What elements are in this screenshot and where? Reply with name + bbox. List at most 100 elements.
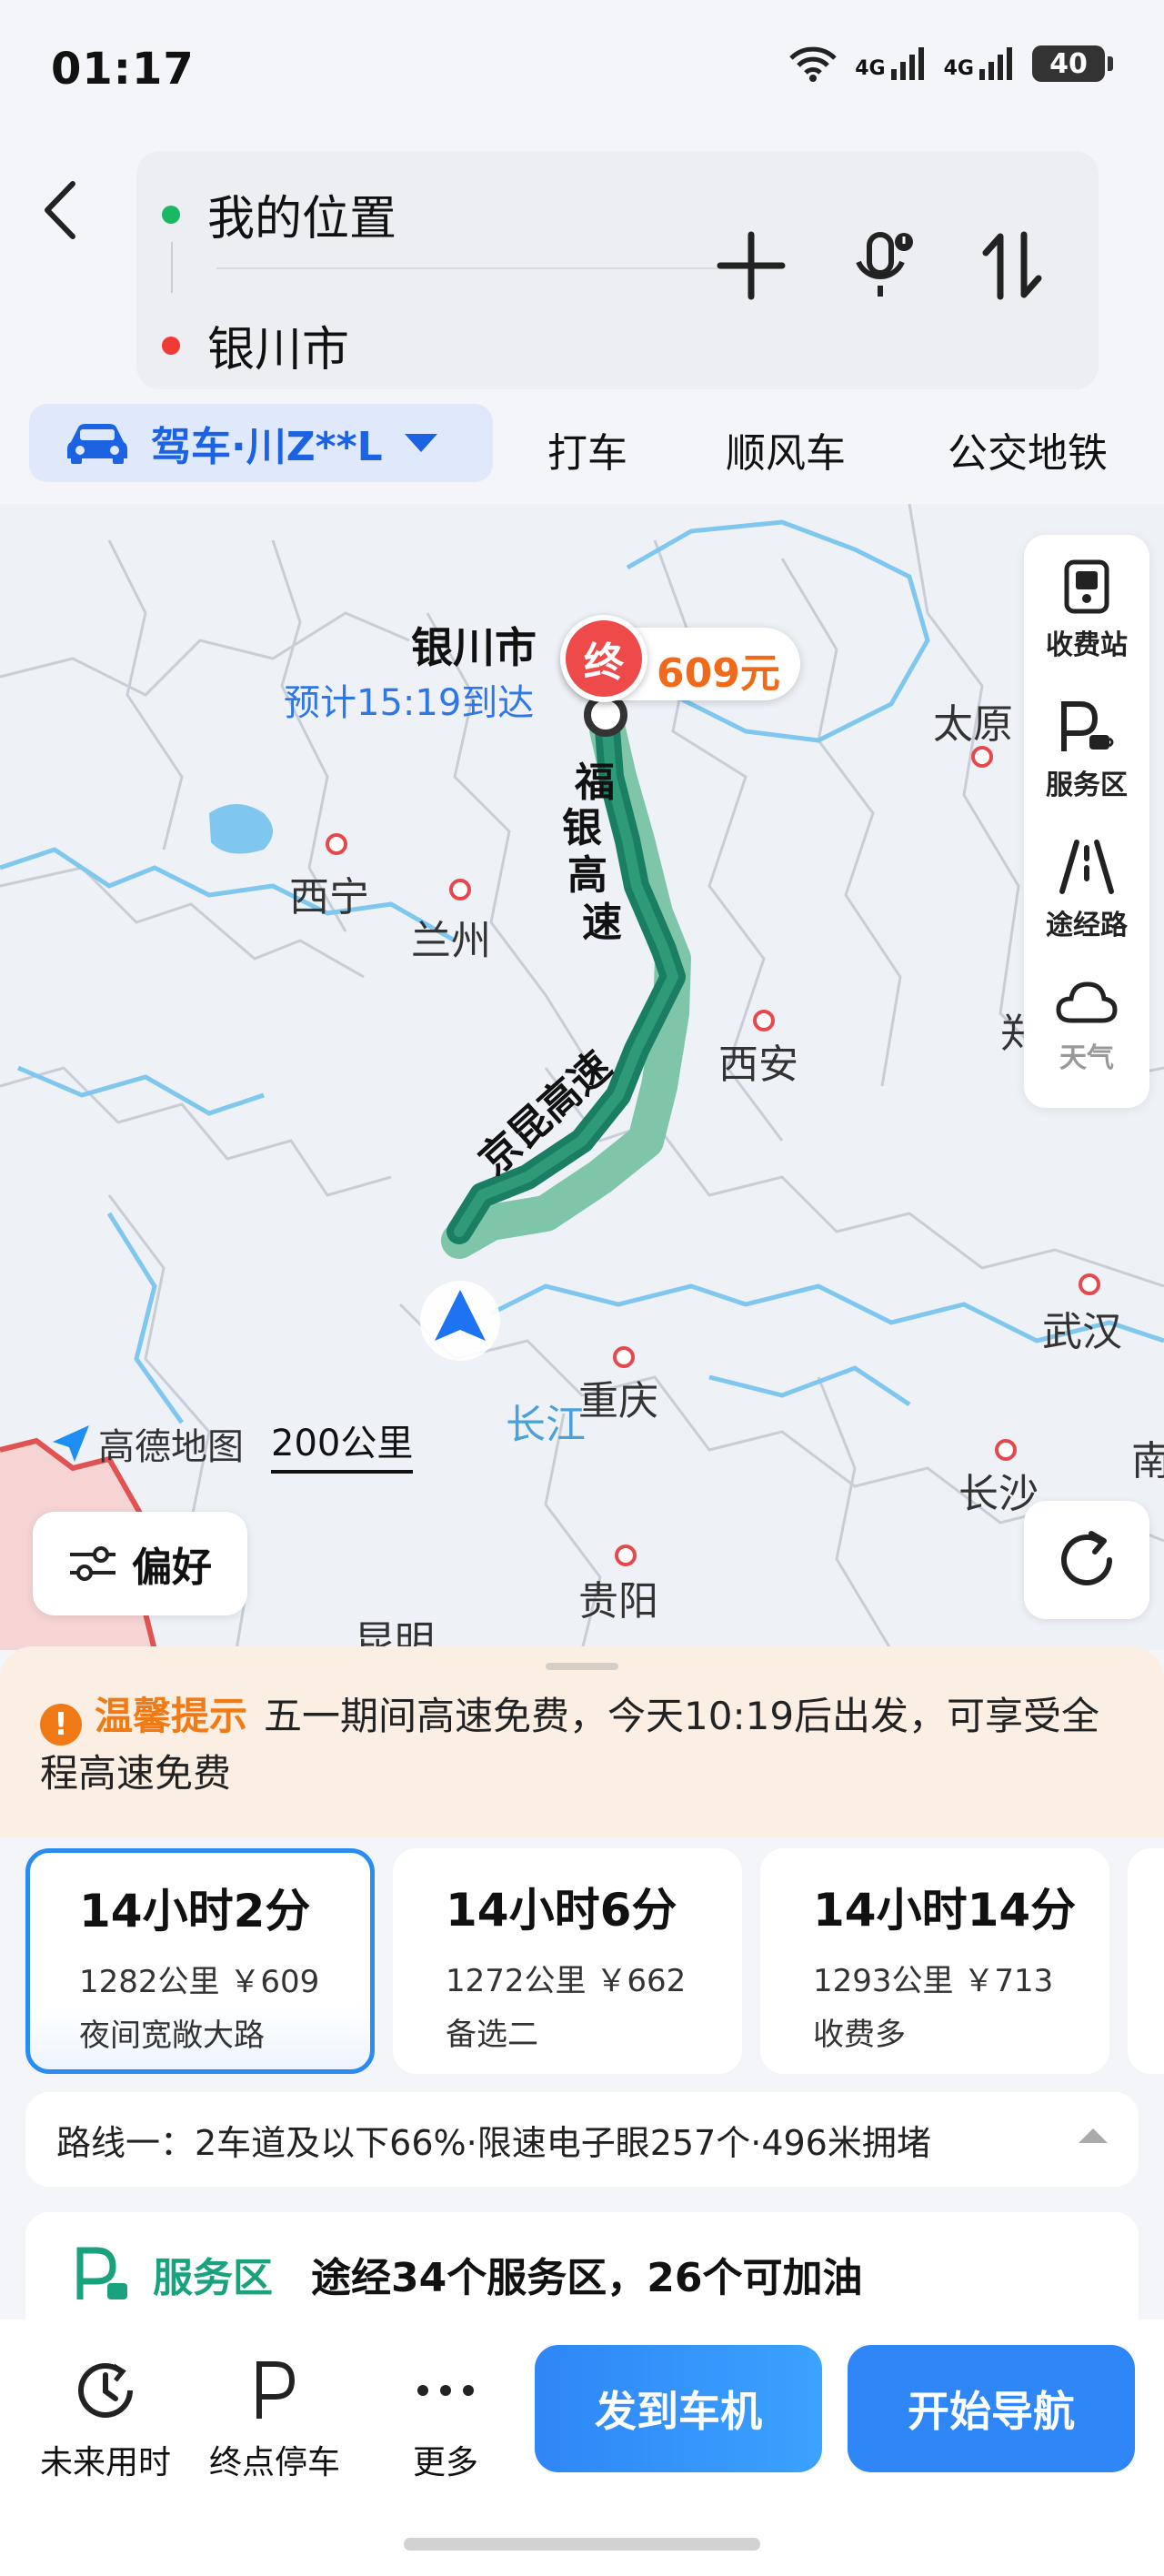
- route-detail-row[interactable]: 路线一：2车道及以下66%·限速电子眼257个·496米拥堵: [25, 2092, 1139, 2187]
- send-to-car-button[interactable]: 发到车机: [535, 2345, 822, 2472]
- network-1-label: 4G: [855, 57, 886, 80]
- destination-label: 银川市: [207, 323, 350, 377]
- sliders-icon: [70, 1546, 115, 1581]
- route-duration: 14小时6分: [446, 1884, 677, 1937]
- destination-parking-label: 终点停车: [208, 2444, 340, 2481]
- start-navigation-button[interactable]: 开始导航: [848, 2345, 1135, 2472]
- car-icon: [67, 424, 127, 464]
- city-label: 重庆: [578, 1378, 658, 1424]
- more-label: 更多: [412, 2444, 478, 2481]
- tab-carpool[interactable]: 顺风车: [726, 420, 846, 478]
- notice-banner: ! 温馨提示 五一期间高速免费，今天10:19后出发，可享受全程高速免费: [0, 1646, 1164, 1837]
- cloud-icon: [1056, 981, 1118, 1023]
- future-time-label: 未来用时: [39, 2444, 171, 2481]
- home-indicator[interactable]: [404, 2538, 760, 2551]
- toll-price: 609元: [657, 650, 780, 697]
- parking-cup-icon: [1061, 701, 1114, 751]
- signal-1: 4G: [855, 47, 927, 80]
- swap-route-icon[interactable]: [980, 229, 1044, 302]
- origin-row[interactable]: 我的位置: [162, 180, 396, 248]
- city-dot: [326, 833, 347, 855]
- route-map[interactable]: 银川市 预计15:19到达 终 609元 福 银 高 速 京昆高速 太原 西宁 …: [0, 504, 1164, 1650]
- road-label-char: 速: [582, 900, 622, 946]
- route-sheet: ! 温馨提示 五一期间高速免费，今天10:19后出发，可享受全程高速免费 14小时2…: [0, 1646, 1164, 2319]
- status-bar: 01:17 4G 4G 40: [0, 0, 1164, 146]
- city-label: 南: [1131, 1438, 1164, 1484]
- city-label: 贵阳: [578, 1578, 658, 1625]
- refresh-button[interactable]: [1024, 1501, 1149, 1619]
- route-connector-line: [171, 242, 173, 293]
- route-option-2[interactable]: 14小时6分 1272公里 ￥662 备选二: [393, 1848, 742, 2074]
- travel-mode-tabs: 驾车·川Z**L 打车 顺风车 公交地铁: [0, 404, 1164, 488]
- service-area-label: 服务区: [1046, 770, 1128, 801]
- caret-down-icon: [404, 434, 437, 452]
- destination-parking-button[interactable]: 终点停车: [202, 2354, 347, 2483]
- tab-transit[interactable]: 公交地铁: [948, 420, 1108, 478]
- network-2-label: 4G: [943, 57, 974, 80]
- road-icon: [1059, 840, 1114, 894]
- battery-level: 40: [1032, 45, 1105, 82]
- send-to-car-label: 发到车机: [595, 2387, 762, 2436]
- tab-taxi[interactable]: 打车: [547, 420, 627, 478]
- destination-pin: 终: [560, 615, 647, 702]
- alert-icon: !: [40, 1704, 82, 1746]
- start-navigation-label: 开始导航: [908, 2387, 1075, 2436]
- add-waypoint-icon[interactable]: [715, 229, 788, 302]
- toll-station-button[interactable]: 收费站: [1024, 558, 1149, 662]
- service-area-row[interactable]: 服务区 途经34个服务区，26个可加油: [25, 2212, 1139, 2319]
- voice-input-icon[interactable]: [851, 229, 917, 302]
- caret-up-icon: [1079, 2128, 1108, 2143]
- city-dot: [613, 1346, 635, 1368]
- refresh-icon: [1061, 1531, 1112, 1585]
- clock-icon: [78, 2363, 133, 2418]
- more-dots-icon: [417, 2385, 474, 2396]
- map-tools-panel: 收费站 服务区 途经路 天气: [1024, 535, 1149, 1108]
- city-dot: [615, 1545, 637, 1566]
- origin-destination-divider: [216, 267, 780, 269]
- back-button[interactable]: [33, 169, 87, 251]
- city-label: 西安: [718, 1041, 798, 1088]
- toll-station-label: 收费站: [1046, 629, 1128, 661]
- route-tag: 收费多: [813, 2017, 906, 2053]
- city-label: 太原: [933, 701, 1013, 748]
- destination-dot: [162, 336, 180, 355]
- map-scale: 高德地图 200公里: [49, 1414, 414, 1474]
- city-dot: [995, 1439, 1017, 1461]
- status-time: 01:17: [51, 44, 195, 95]
- service-area-button[interactable]: 服务区: [1024, 699, 1149, 802]
- tab-driving[interactable]: 驾车·川Z**L: [29, 404, 493, 482]
- signal-bars-icon: [890, 47, 924, 80]
- destination-row[interactable]: 银川市: [162, 311, 349, 379]
- status-icons: 4G 4G 40: [788, 45, 1113, 82]
- weather-label: 天气: [1059, 1042, 1114, 1074]
- battery-indicator: 40: [1032, 45, 1113, 82]
- city-dot: [449, 879, 471, 901]
- scale-value: 200公里: [271, 1414, 414, 1474]
- map-eta: 预计15:19到达: [284, 682, 535, 724]
- route-duration: 14小时2分: [79, 1885, 311, 1937]
- origin-dot: [162, 205, 180, 224]
- city-label: 西宁: [289, 874, 369, 921]
- preference-button[interactable]: 偏好: [33, 1512, 247, 1615]
- tab-driving-label: 驾车·川Z**L: [151, 424, 383, 470]
- future-time-button[interactable]: 未来用时: [33, 2354, 178, 2483]
- current-location-marker: [420, 1281, 500, 1361]
- weather-button[interactable]: 天气: [1024, 977, 1149, 1075]
- route-option-4-peek[interactable]: [1128, 1848, 1164, 2074]
- battery-tip: [1108, 56, 1113, 71]
- parking-icon: [256, 2361, 296, 2419]
- amap-logo-text: 高德地图: [98, 1426, 244, 1468]
- route-option-1[interactable]: 14小时2分 1282公里 ￥609 夜间宽敞大路: [25, 1848, 375, 2074]
- route-distance-cost: 1293公里 ￥713: [813, 1963, 1054, 1999]
- via-road-button[interactable]: 途经路: [1024, 839, 1149, 942]
- origin-label: 我的位置: [207, 192, 397, 247]
- toll-station-icon: [1064, 559, 1109, 614]
- river-label: 长江: [506, 1402, 586, 1448]
- more-button[interactable]: 更多: [373, 2354, 518, 2483]
- route-option-3[interactable]: 14小时14分 1293公里 ￥713 收费多: [760, 1848, 1109, 2074]
- route-options: 14小时2分 1282公里 ￥609 夜间宽敞大路 14小时6分 1272公里 …: [0, 1837, 1164, 2074]
- sheet-drag-handle[interactable]: [546, 1663, 618, 1670]
- route-duration: 14小时14分: [813, 1884, 1077, 1937]
- via-road-label: 途经路: [1046, 910, 1128, 941]
- city-dot: [971, 746, 993, 768]
